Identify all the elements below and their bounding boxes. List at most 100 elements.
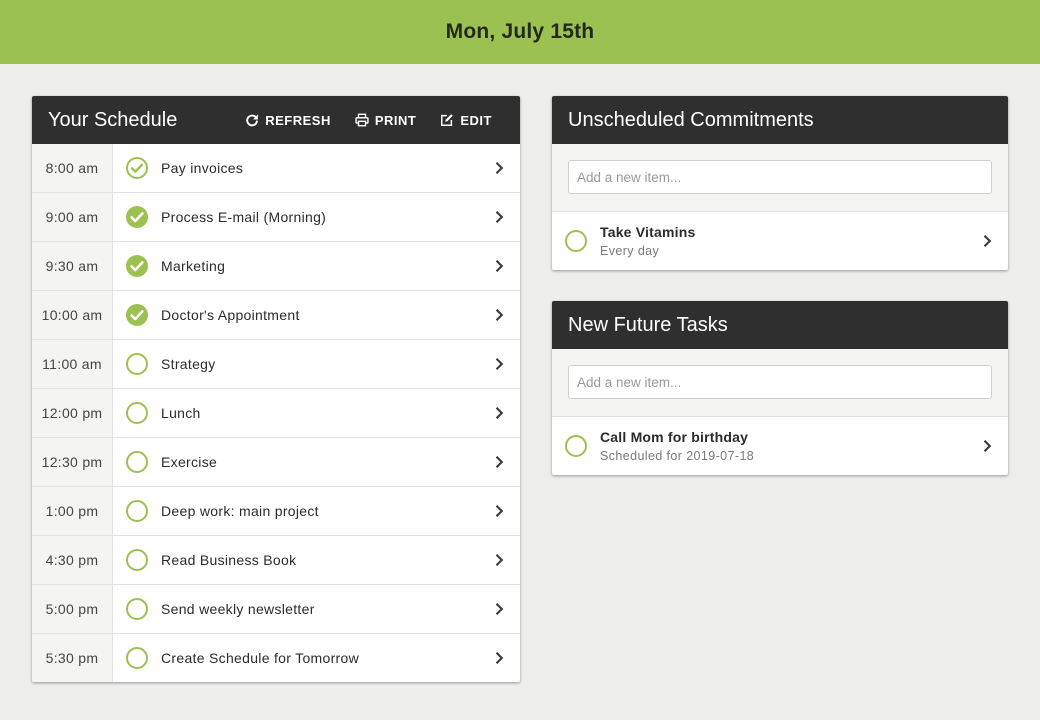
circle-outline-icon[interactable] [564,434,588,458]
edit-label: EDIT [460,112,492,128]
time-cell: 5:00 pm [32,585,113,633]
task-label: Process E-mail (Morning) [161,209,327,225]
table-row: 9:30 am Marketing [32,242,520,291]
schedule-card: Your Schedule REFRESH PRINT EDIT 8:00 am… [32,96,520,682]
unscheduled-title: Unscheduled Commitments [568,108,814,131]
task-cell[interactable]: Doctor's Appointment [113,291,520,339]
chevron-right-icon[interactable] [492,406,506,420]
check-circle-filled-icon[interactable] [125,205,149,229]
circle-outline-icon[interactable] [125,548,149,572]
time-cell: 4:30 pm [32,536,113,584]
table-row: 12:00 pm Lunch [32,389,520,438]
future-input-area [552,349,1008,417]
unscheduled-add-input[interactable] [568,160,992,194]
task-cell[interactable]: Read Business Book [113,536,520,584]
print-icon [355,113,369,127]
time-cell: 9:30 am [32,242,113,290]
task-cell[interactable]: Send weekly newsletter [113,585,520,633]
item-text: Take Vitamins Every day [600,224,695,258]
task-cell[interactable]: Process E-mail (Morning) [113,193,520,241]
task-cell[interactable]: Deep work: main project [113,487,520,535]
future-tasks-card: New Future Tasks Call Mom for birthday S… [552,301,1008,475]
time-cell: 11:00 am [32,340,113,388]
check-circle-filled-icon[interactable] [125,254,149,278]
chevron-right-icon[interactable] [980,234,994,248]
task-cell[interactable]: Exercise [113,438,520,486]
time-cell: 12:00 pm [32,389,113,437]
circle-outline-icon[interactable] [125,597,149,621]
task-label: Read Business Book [161,552,297,568]
future-title: New Future Tasks [568,313,728,336]
task-label: Marketing [161,258,226,274]
chevron-right-icon[interactable] [492,651,506,665]
item-title: Take Vitamins [600,224,696,240]
list-item[interactable]: Take Vitamins Every day [552,212,1008,270]
task-label: Strategy [161,356,216,372]
task-cell[interactable]: Marketing [113,242,520,290]
table-row: 12:30 pm Exercise [32,438,520,487]
table-row: 4:30 pm Read Business Book [32,536,520,585]
item-subtitle: Every day [600,244,660,258]
refresh-icon [246,114,259,127]
task-label: Send weekly newsletter [161,601,315,617]
check-circle-filled-icon[interactable] [125,303,149,327]
table-row: 5:30 pm Create Schedule for Tomorrow [32,634,520,682]
time-cell: 9:00 am [32,193,113,241]
top-bar: Mon, July 15th [0,0,1040,64]
chevron-right-icon[interactable] [492,455,506,469]
list-item[interactable]: Call Mom for birthday Scheduled for 2019… [552,417,1008,475]
chevron-right-icon[interactable] [492,308,506,322]
refresh-button[interactable]: REFRESH [233,96,343,144]
chevron-right-icon[interactable] [492,259,506,273]
chevron-right-icon[interactable] [492,161,506,175]
unscheduled-header: Unscheduled Commitments [552,96,1008,144]
unscheduled-input-area [552,144,1008,212]
task-label: Deep work: main project [161,503,319,519]
circle-outline-icon[interactable] [125,499,149,523]
time-cell: 5:30 pm [32,634,113,682]
item-title: Call Mom for birthday [600,429,749,445]
time-cell: 1:00 pm [32,487,113,535]
task-label: Lunch [161,405,201,421]
circle-outline-icon[interactable] [125,646,149,670]
circle-outline-icon[interactable] [125,450,149,474]
task-cell[interactable]: Lunch [113,389,520,437]
chevron-right-icon[interactable] [492,210,506,224]
task-cell[interactable]: Create Schedule for Tomorrow [113,634,520,682]
chevron-right-icon[interactable] [492,357,506,371]
check-circle-outline-icon[interactable] [125,156,149,180]
item-text: Call Mom for birthday Scheduled for 2019… [600,429,754,463]
chevron-right-icon[interactable] [492,602,506,616]
task-cell[interactable]: Pay invoices [113,144,520,192]
edit-icon [441,114,454,126]
future-header: New Future Tasks [552,301,1008,349]
edit-button[interactable]: EDIT [428,96,504,144]
unscheduled-card: Unscheduled Commitments Take Vitamins Ev… [552,96,1008,270]
table-row: 1:00 pm Deep work: main project [32,487,520,536]
refresh-label: REFRESH [265,112,331,128]
schedule-list: 8:00 am Pay invoices 9:00 am Process E-mail… [32,144,520,682]
chevron-right-icon[interactable] [492,504,506,518]
print-button[interactable]: PRINT [343,96,429,144]
schedule-header: Your Schedule REFRESH PRINT EDIT [32,96,520,144]
print-label: PRINT [374,112,417,128]
table-row: 8:00 am Pay invoices [32,144,520,193]
time-cell: 10:00 am [32,291,113,339]
schedule-actions: REFRESH PRINT EDIT [233,96,504,144]
task-cell[interactable]: Strategy [113,340,520,388]
task-label: Doctor's Appointment [161,307,300,323]
schedule-title: Your Schedule [48,108,178,131]
circle-outline-icon[interactable] [125,401,149,425]
task-label: Exercise [161,454,218,470]
circle-outline-icon[interactable] [125,352,149,376]
table-row: 9:00 am Process E-mail (Morning) [32,193,520,242]
table-row: 11:00 am Strategy [32,340,520,389]
task-label: Pay invoices [161,160,244,176]
chevron-right-icon[interactable] [980,439,994,453]
item-subtitle: Scheduled for 2019-07-18 [600,449,755,463]
time-cell: 8:00 am [32,144,113,192]
chevron-right-icon[interactable] [492,553,506,567]
future-add-input[interactable] [568,365,992,399]
time-cell: 12:30 pm [32,438,113,486]
circle-outline-icon[interactable] [564,229,588,253]
